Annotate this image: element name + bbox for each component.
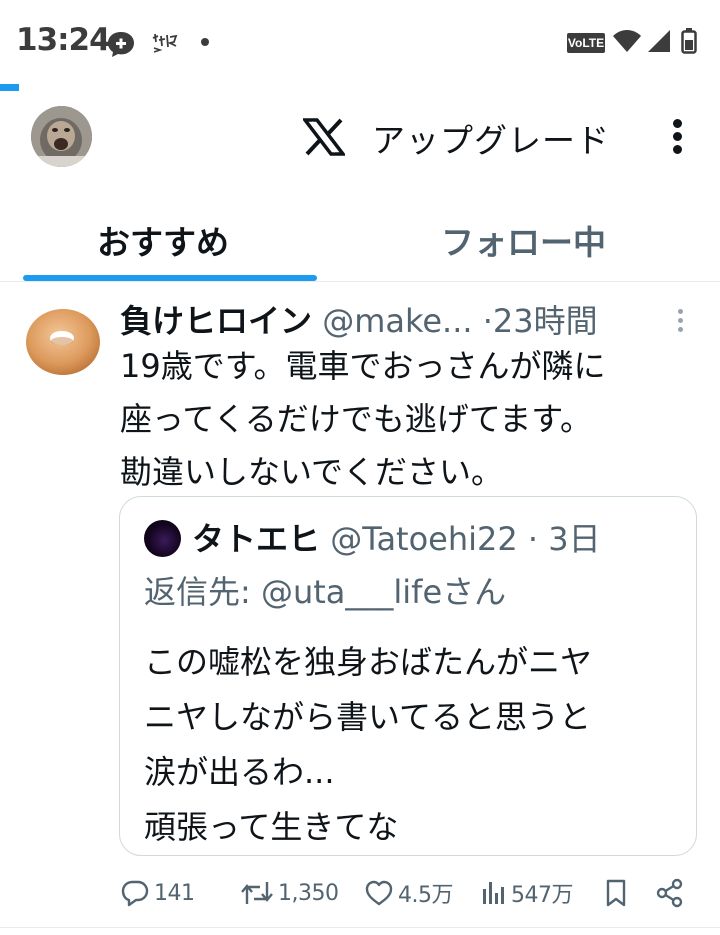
quoted-author-avatar <box>144 520 181 557</box>
repost-button[interactable]: 1,350 <box>240 876 339 910</box>
quoted-post-timestamp: · 3日 <box>527 520 601 558</box>
views-button[interactable]: 547万 <box>481 876 574 910</box>
post-author-handle[interactable]: @make... <box>322 302 472 340</box>
quoted-text-line: ニヤしながら書いてると思うと <box>144 698 592 736</box>
quoted-text-line: 涙が出るわ... <box>144 753 335 791</box>
meta-separator: · <box>482 302 493 340</box>
view-count: 547万 <box>511 883 574 908</box>
tab-divider <box>0 281 720 282</box>
cell-signal-icon <box>648 30 670 52</box>
repost-count: 1,350 <box>278 880 339 906</box>
chat-bubble-plus-icon <box>108 32 134 57</box>
volte-icon: VoLTE <box>567 33 605 53</box>
loading-progress-indicator <box>0 84 19 91</box>
quoted-author-handle: @Tatoehi22 <box>330 520 518 558</box>
post-author-avatar[interactable] <box>24 305 102 377</box>
post-divider <box>0 927 720 928</box>
views-chart-icon <box>483 882 504 904</box>
repost-icon <box>241 882 273 904</box>
quoted-post-header: タトエヒ @Tatoehi22 · 3日 <box>192 514 601 560</box>
reply-count: 141 <box>154 880 195 906</box>
more-notifications-dot-icon <box>201 38 209 46</box>
avatar-image-icon <box>31 106 92 167</box>
heart-icon <box>365 880 393 906</box>
bookmark-button[interactable] <box>604 876 628 910</box>
donut-avatar-icon <box>26 309 100 375</box>
post-action-bar: 141 1,350 4.5万 547万 <box>0 870 720 914</box>
post-author-name[interactable]: 負けヒロイン <box>120 302 312 340</box>
quoted-text-line: 頑張って生きてな <box>144 808 399 846</box>
share-icon <box>656 878 683 908</box>
post-timestamp[interactable]: 23時間 <box>493 302 598 340</box>
reply-button[interactable]: 141 <box>120 876 195 910</box>
quoted-author-name: タトエヒ <box>192 520 321 558</box>
post-text-line: 勘違いしないでください。 <box>120 453 504 491</box>
post-text-line: 19歳です。電車でおっさんが隣に <box>120 347 606 385</box>
post-header: 負けヒロイン @make... ·23時間 <box>120 296 598 342</box>
status-time: 13:24 <box>16 22 111 58</box>
tab-recommended[interactable]: おすすめ <box>97 216 229 264</box>
post-more-icon[interactable] <box>676 307 686 333</box>
like-button[interactable]: 4.5万 <box>364 876 454 910</box>
profile-avatar-button[interactable] <box>31 106 92 167</box>
post-text: 19歳です。電車でおっさんが隣に 座ってくるだけでも逃げてます。 勘違いしないで… <box>120 340 700 499</box>
quoted-reply-to: 返信先: @uta___lifeさん <box>144 573 507 611</box>
bookmark-icon <box>606 879 626 907</box>
app-notification-icon <box>152 33 178 53</box>
status-bar: 13:24 VoLTE <box>0 0 720 84</box>
quoted-text-line: この嘘松を独身おばたんがニヤ <box>144 643 593 681</box>
more-vertical-icon[interactable] <box>670 117 686 157</box>
x-logo-icon[interactable] <box>303 118 345 156</box>
quoted-post-card[interactable]: タトエヒ @Tatoehi22 · 3日 返信先: @uta___lifeさん … <box>119 496 697 856</box>
reply-icon <box>121 880 149 907</box>
post-text-line: 座ってくるだけでも逃げてます。 <box>120 400 593 438</box>
upgrade-button[interactable]: アップグレード <box>372 114 610 162</box>
share-button[interactable] <box>655 876 685 910</box>
tab-following[interactable]: フォロー中 <box>441 216 606 264</box>
battery-icon <box>681 28 697 54</box>
quoted-post-text: この嘘松を独身おばたんがニヤ ニヤしながら書いてると思うと 涙が出るわ... 頑… <box>144 635 684 855</box>
like-count: 4.5万 <box>398 883 454 908</box>
wifi-icon <box>613 30 641 52</box>
